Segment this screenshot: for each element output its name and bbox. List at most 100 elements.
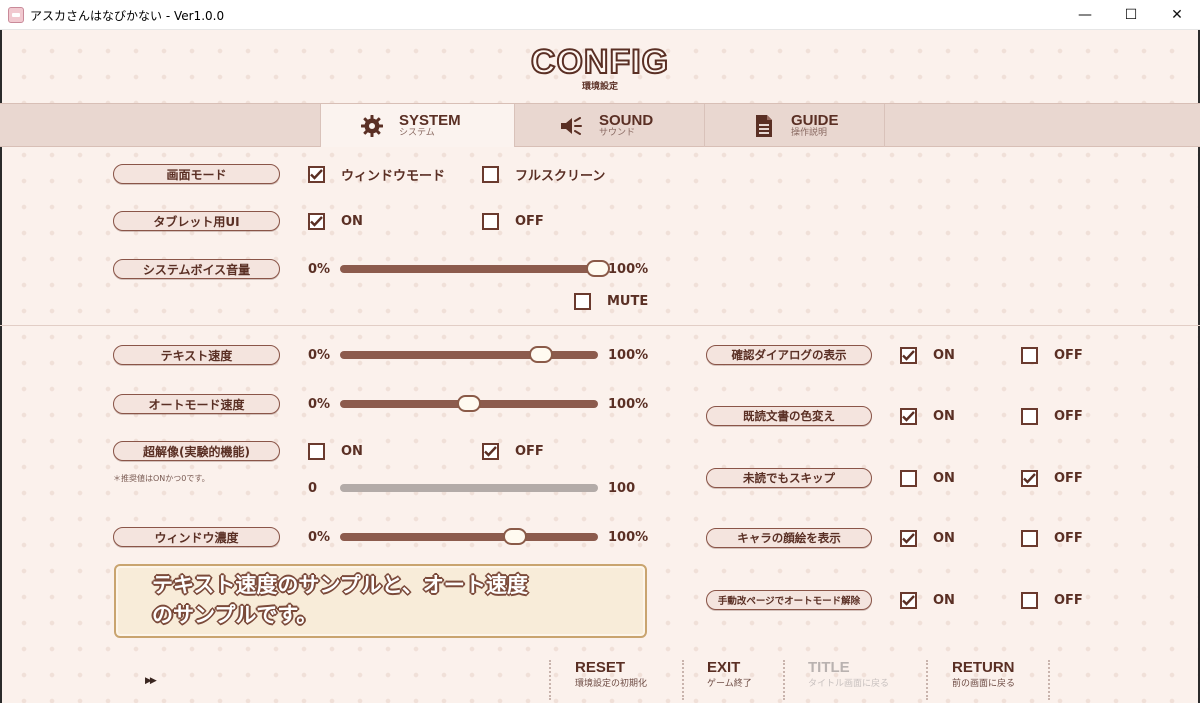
option-label: ON [933,530,955,546]
speaker-icon [559,113,585,139]
checkbox[interactable] [574,292,591,310]
check-icon [310,215,323,227]
nav-separator [783,660,785,700]
screen-mode-window-option[interactable]: ウィンドウモード [308,165,446,184]
checkbox[interactable] [1021,469,1038,487]
tab-sound-sublabel: サウンド [599,127,636,138]
option-label: OFF [1054,592,1083,608]
sample-text-window: テキスト速度のサンプルと、オート速度 のサンプルです。 [114,564,647,638]
tab-sound[interactable]: SOUND サウンド [515,104,705,147]
tab-guide-label: GUIDE [791,111,839,129]
slider-knob[interactable] [457,395,481,412]
option-label: OFF [1054,347,1083,363]
checkbox[interactable] [482,442,499,460]
option-label: ON [341,213,363,229]
mute-option[interactable]: MUTE [574,292,648,310]
checkbox[interactable] [308,212,325,230]
slider-min-label: 0% [308,397,331,412]
checkbox[interactable] [900,591,917,609]
section-divider [0,325,1200,326]
show-face-label: キャラの顔絵を表示 [706,528,872,548]
check-icon [902,410,915,422]
slider-min-label: 0% [308,530,331,545]
reset-sublabel: 環境設定の初期化 [575,679,648,689]
tablet-ui-on-option[interactable]: ON [308,212,363,230]
super-resolution-on-option[interactable]: ON [308,442,363,460]
check-icon [902,594,915,606]
option-label: ON [933,592,955,608]
read-text-color-label: 既読文書の色変え [706,406,872,426]
window-opacity-label: ウィンドウ濃度 [113,527,280,547]
check-icon [902,349,915,361]
option-label: OFF [515,443,544,459]
tablet-ui-off-option[interactable]: OFF [482,212,544,230]
slider-knob[interactable] [529,346,554,363]
config-logo: CONFIG 環境設定 [0,43,1200,92]
slider-max-label: 100% [608,262,649,277]
close-button[interactable]: ✕ [1154,0,1200,30]
tab-system-sublabel: システム [399,127,435,138]
manual-page-auto-cancel-off-option[interactable]: OFF [1021,591,1083,609]
slider-max-label: 100% [608,530,649,545]
super-resolution-off-option[interactable]: OFF [482,442,544,460]
option-label: ON [933,470,955,486]
read-text-color-off-option[interactable]: OFF [1021,407,1083,425]
nav-separator [682,660,684,700]
nav-separator [1048,660,1050,700]
option-label: ON [933,408,955,424]
exit-button[interactable]: EXIT ゲーム終了 [707,659,752,699]
title-sublabel: タイトル画面に戻る [808,679,890,689]
manual-page-auto-cancel-on-option[interactable]: ON [900,591,955,609]
option-label: OFF [515,213,544,229]
slider-min-label: 0 [308,481,318,496]
checkbox[interactable] [1021,346,1038,364]
skip-unread-off-option[interactable]: OFF [1021,469,1083,487]
checkbox[interactable] [1021,407,1038,425]
checkbox[interactable] [900,407,917,425]
sample-text-line-1: テキスト速度のサンプルと、オート速度 [152,573,528,597]
read-text-color-on-option[interactable]: ON [900,407,955,425]
slider-knob[interactable] [586,260,610,277]
option-label: ウィンドウモード [341,168,446,184]
check-icon [902,532,915,544]
system-voice-volume-slider[interactable] [340,260,610,277]
confirm-dialog-off-option[interactable]: OFF [1021,346,1083,364]
checkbox[interactable] [900,469,917,487]
checkbox[interactable] [482,165,499,183]
reset-label: RESET [575,659,626,676]
exit-sublabel: ゲーム終了 [707,679,752,689]
checkbox[interactable] [482,212,499,230]
minimize-button[interactable]: — [1062,0,1108,30]
nav-separator [926,660,928,700]
title-button[interactable]: TITLE タイトル画面に戻る [808,659,889,699]
skip-unread-on-option[interactable]: ON [900,469,955,487]
option-label: OFF [1054,470,1083,486]
return-button[interactable]: RETURN 前の画面に戻る [952,659,1015,699]
checkbox[interactable] [900,529,917,547]
auto-mode-speed-slider[interactable] [340,395,598,412]
option-label: OFF [1054,530,1083,546]
checkbox[interactable] [900,346,917,364]
checkbox[interactable] [308,165,325,183]
tab-sound-label: SOUND [599,111,654,129]
text-speed-slider[interactable] [340,346,598,363]
confirm-dialog-on-option[interactable]: ON [900,346,955,364]
window-titlebar: アスカさんはなびかない - Ver1.0.0 — ☐ ✕ [0,0,1200,30]
show-face-off-option[interactable]: OFF [1021,529,1083,547]
window-opacity-slider[interactable] [340,528,598,545]
slider-knob[interactable] [503,528,528,545]
auto-mode-speed-label: オートモード速度 [113,394,280,414]
reset-button[interactable]: RESET 環境設定の初期化 [575,659,647,699]
maximize-button[interactable]: ☐ [1108,0,1154,30]
tab-guide[interactable]: GUIDE 操作説明 [705,104,885,147]
check-icon [310,168,323,180]
fast-forward-icon[interactable]: ▶▶ [145,676,157,686]
option-label: フルスクリーン [515,168,606,184]
check-icon [484,445,497,457]
tab-system[interactable]: SYSTEM システム [320,104,515,147]
checkbox[interactable] [1021,529,1038,547]
screen-mode-fullscreen-option[interactable]: フルスクリーン [482,165,606,184]
checkbox[interactable] [308,442,325,460]
checkbox[interactable] [1021,591,1038,609]
show-face-on-option[interactable]: ON [900,529,955,547]
